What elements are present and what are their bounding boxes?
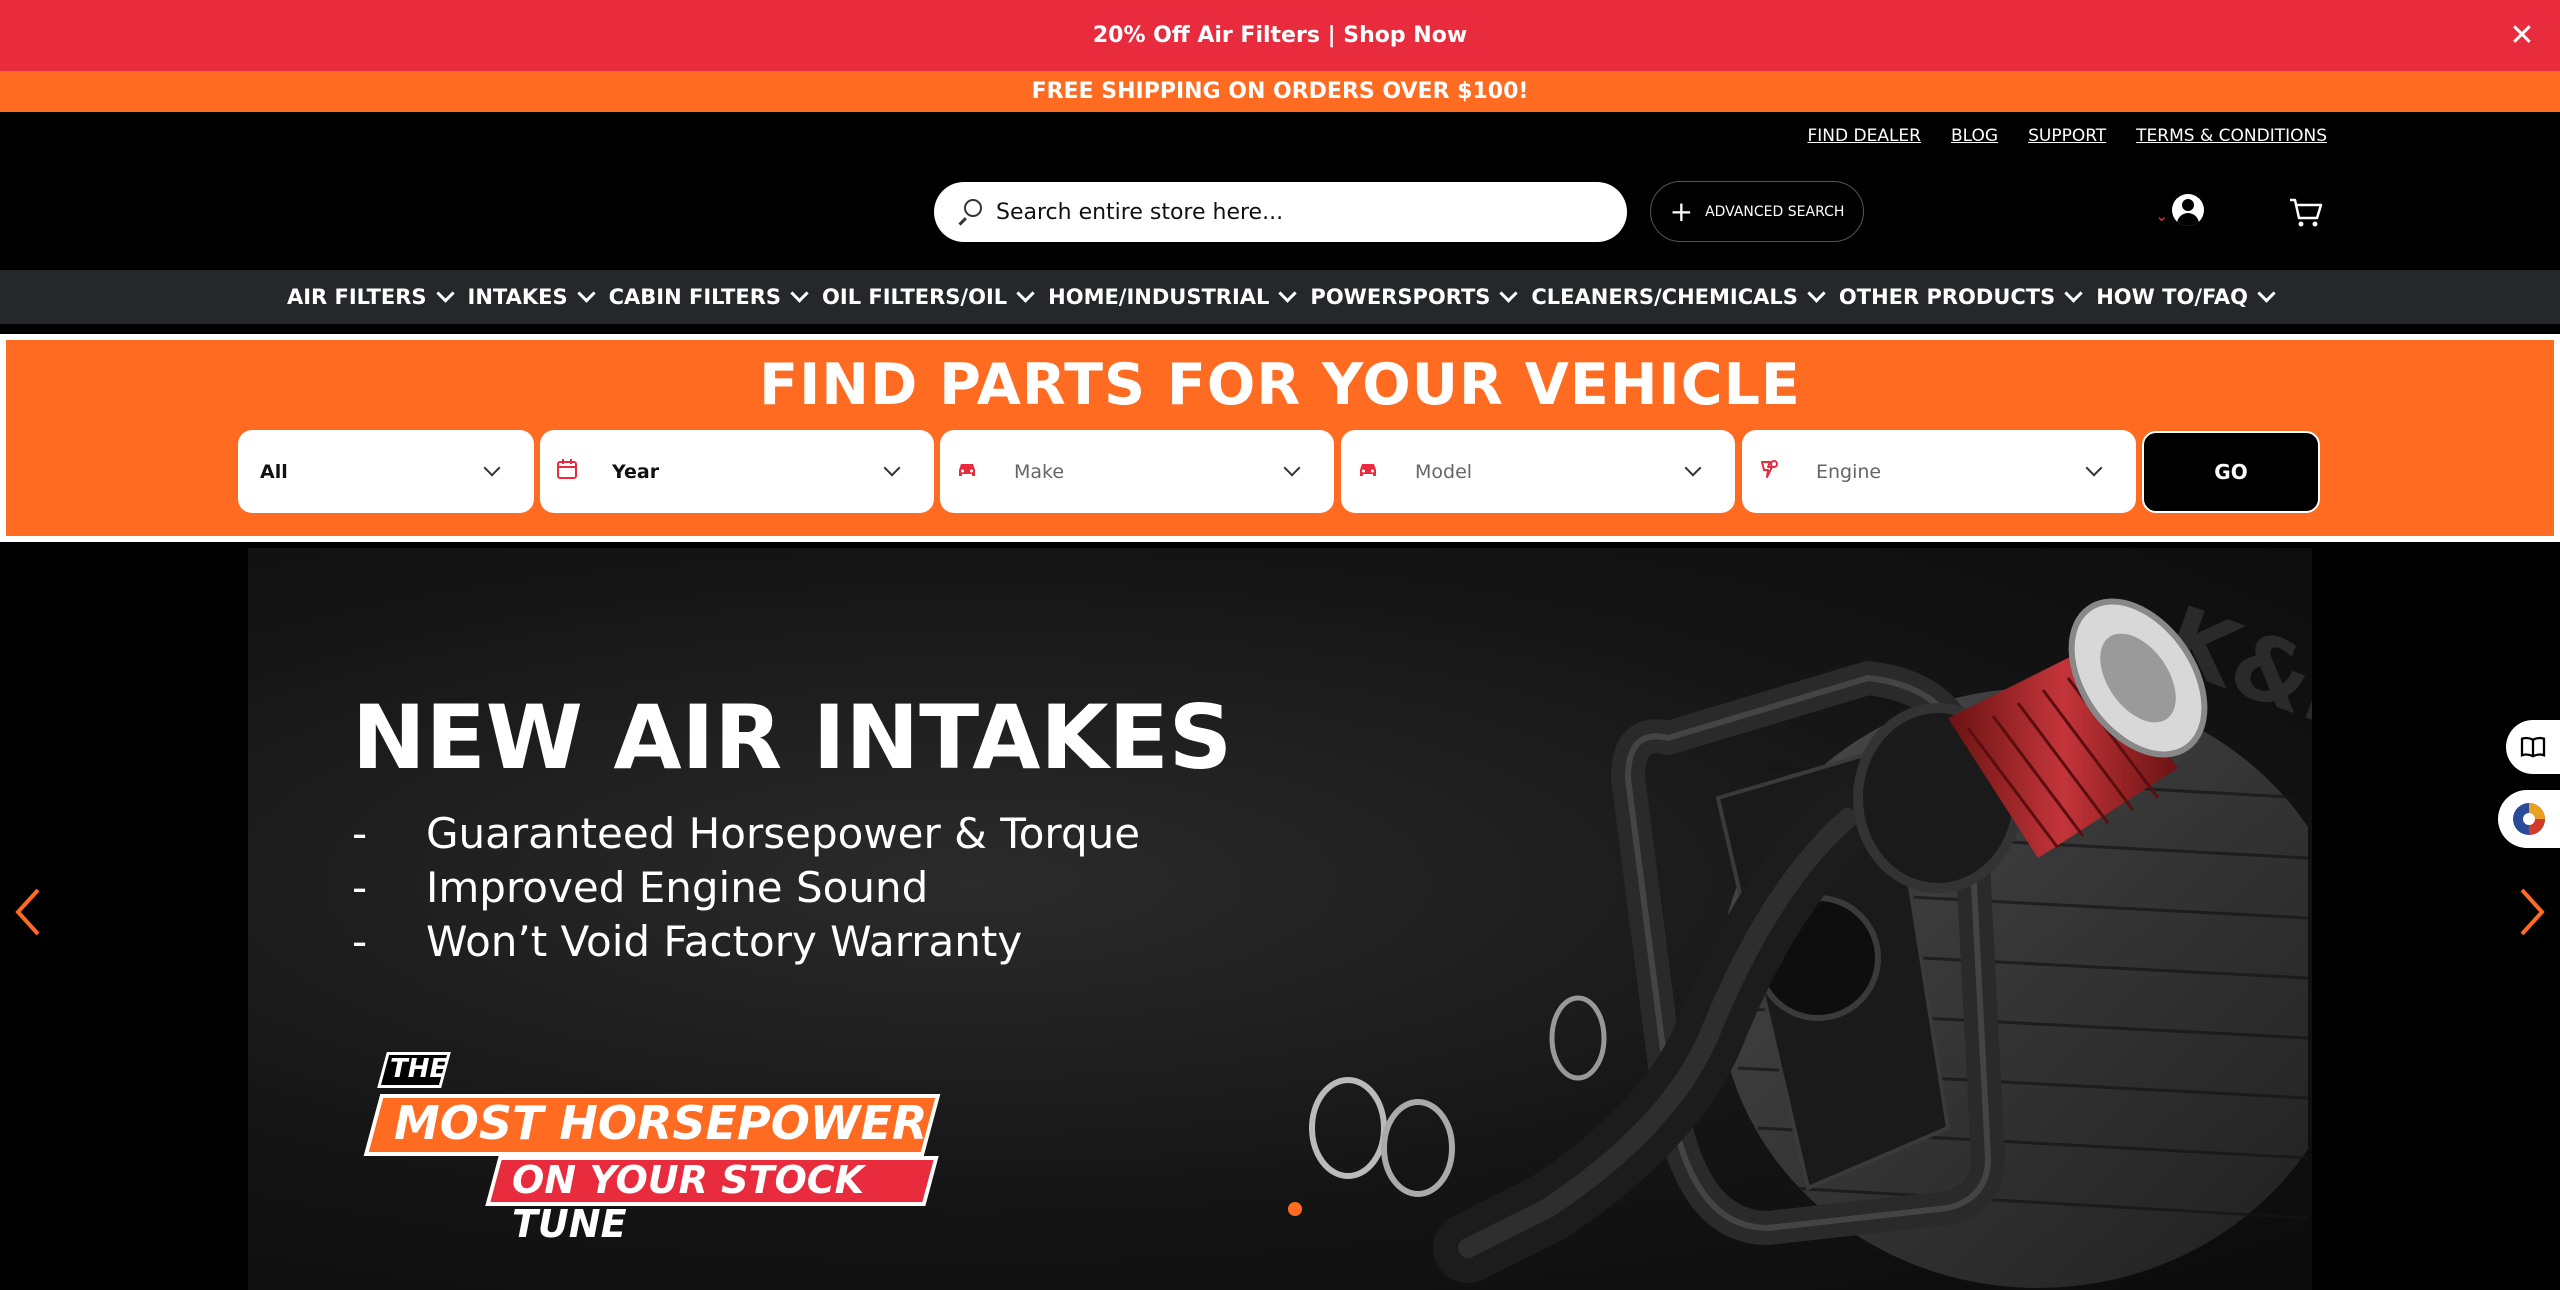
nav-label: OTHER PRODUCTS: [1838, 285, 2056, 309]
finder-title: FIND PARTS FOR YOUR VEHICLE: [759, 352, 1801, 418]
make-select-placeholder: Make: [1014, 460, 1065, 483]
model-select-placeholder: Model: [1415, 460, 1473, 483]
chevron-down-icon: [576, 284, 596, 303]
make-select[interactable]: Make: [940, 430, 1334, 513]
nav-label: CLEANERS/CHEMICALS: [1531, 285, 1798, 309]
nav-home-industrial[interactable]: HOME/INDUSTRIAL: [1048, 284, 1298, 309]
engine-icon: [1761, 460, 1778, 478]
nav-label: HOW TO/FAQ: [2096, 285, 2249, 309]
vehicle-finder: FIND PARTS FOR YOUR VEHICLE All Year Mak…: [0, 334, 2560, 542]
chevron-down-icon: [2257, 284, 2276, 303]
hero-bullet: - Improved Engine Sound: [352, 862, 929, 912]
type-select[interactable]: All: [238, 430, 534, 513]
support-link[interactable]: SUPPORT: [2028, 126, 2106, 146]
promo-text[interactable]: 20% Off Air Filters | Shop Now: [1093, 23, 1467, 48]
badge-line-most-horsepower: MOST HORSEPOWER: [394, 1096, 928, 1150]
air-intake-product-image: [1309, 598, 2308, 1288]
hero-carousel: K&N NEW AIR INTAKES - Guaranteed Horsepo…: [0, 542, 2560, 1290]
engine-select-placeholder: Engine: [1816, 460, 1882, 483]
hero-slide[interactable]: K&N NEW AIR INTAKES - Guaranteed Horsepo…: [248, 548, 2312, 1290]
hero-bullet: - Won’t Void Factory Warranty: [352, 916, 1023, 966]
chevron-down-icon: [2064, 284, 2083, 303]
book-icon[interactable]: [2506, 720, 2560, 774]
nav-air-filters[interactable]: AIR FILTERS: [286, 284, 455, 309]
accessibility-widget-icon[interactable]: [2498, 790, 2560, 848]
terms-link[interactable]: TERMS & CONDITIONS: [2136, 126, 2327, 146]
account-menu[interactable]: ⌄: [2155, 194, 2205, 226]
search-input[interactable]: [996, 199, 1576, 225]
shipping-bar: FREE SHIPPING ON ORDERS OVER $100!: [0, 71, 2560, 112]
nav-label: CABIN FILTERS: [608, 285, 782, 309]
nav-label: HOME/INDUSTRIAL: [1048, 285, 1270, 309]
nav-label: OIL FILTERS/OIL: [822, 285, 1008, 309]
chevron-down-icon: [483, 459, 501, 477]
nav-other-products[interactable]: OTHER PRODUCTS: [1838, 284, 2083, 309]
search-bar[interactable]: [934, 182, 1627, 242]
chevron-down-icon: [1684, 459, 1702, 477]
chevron-down-icon: [1807, 284, 1826, 303]
model-select[interactable]: Model: [1341, 430, 1735, 513]
chevron-down-icon[interactable]: ⌄: [2155, 206, 2168, 225]
site-header: FIND DEALER BLOG SUPPORT TERMS & CONDITI…: [0, 112, 2560, 270]
hero-title: NEW AIR INTAKES: [352, 686, 1233, 789]
type-select-value: All: [260, 460, 288, 483]
carousel-next-arrow[interactable]: [2512, 882, 2552, 942]
advanced-search-button[interactable]: + ADVANCED SEARCH: [1650, 181, 1864, 242]
nav-cleaners-chemicals[interactable]: CLEANERS/CHEMICALS: [1531, 284, 1826, 309]
badge-line-the: THE: [390, 1054, 448, 1084]
hero-bullet: - Guaranteed Horsepower & Torque: [352, 808, 1141, 858]
chevron-down-icon: [1016, 284, 1035, 303]
chevron-down-icon: [790, 284, 809, 303]
chevron-down-icon: [1278, 284, 1298, 303]
shipping-text: FREE SHIPPING ON ORDERS OVER $100!: [1031, 79, 1529, 104]
carousel-prev-arrow[interactable]: [8, 882, 48, 942]
nav-cabin-filters[interactable]: CABIN FILTERS: [608, 284, 809, 309]
cart-icon[interactable]: [2288, 196, 2324, 228]
top-links: FIND DEALER BLOG SUPPORT TERMS & CONDITI…: [1808, 126, 2328, 146]
nav-intakes[interactable]: INTAKES: [467, 284, 596, 309]
search-icon[interactable]: [956, 199, 982, 225]
nav-label: POWERSPORTS: [1310, 285, 1491, 309]
advanced-search-label: ADVANCED SEARCH: [1705, 203, 1845, 220]
hero-bullets: - Guaranteed Horsepower & Torque - Improve…: [352, 806, 1140, 968]
car-icon: [1360, 464, 1376, 476]
nav-how-to-faq[interactable]: HOW TO/FAQ: [2096, 284, 2276, 309]
main-nav: AIR FILTERS INTAKES CABIN FILTERS OIL FI…: [0, 270, 2560, 328]
plus-icon: +: [1669, 194, 1694, 228]
blog-link[interactable]: BLOG: [1951, 126, 1998, 146]
nav-label: INTAKES: [467, 285, 568, 309]
car-icon: [959, 464, 975, 476]
close-icon[interactable]: ✕: [2504, 17, 2540, 53]
nav-oil-filters[interactable]: OIL FILTERS/OIL: [822, 284, 1035, 309]
most-horsepower-badge: THE MOST HORSEPOWER ON YOUR STOCK TUNE: [363, 1052, 952, 1246]
engine-select[interactable]: Engine: [1742, 430, 2136, 513]
chevron-down-icon: [1499, 284, 1519, 303]
nav-powersports[interactable]: POWERSPORTS: [1310, 284, 1519, 309]
badge-line-stock-tune: ON YOUR STOCK TUNE: [512, 1158, 865, 1246]
chevron-down-icon: [1283, 459, 1301, 477]
chevron-down-icon: [883, 459, 901, 477]
chevron-down-icon: [435, 284, 455, 303]
carousel-dot-active[interactable]: [1288, 1202, 1302, 1216]
nav-label: AIR FILTERS: [286, 285, 427, 309]
calendar-icon: [557, 459, 577, 479]
promo-bar[interactable]: 20% Off Air Filters | Shop Now ✕: [0, 0, 2560, 71]
find-dealer-link[interactable]: FIND DEALER: [1808, 126, 1922, 146]
go-button[interactable]: GO: [2142, 431, 2320, 513]
year-select[interactable]: Year: [540, 430, 934, 513]
year-select-value: Year: [612, 460, 660, 483]
user-icon[interactable]: [2172, 194, 2205, 226]
chevron-down-icon: [2085, 459, 2103, 477]
